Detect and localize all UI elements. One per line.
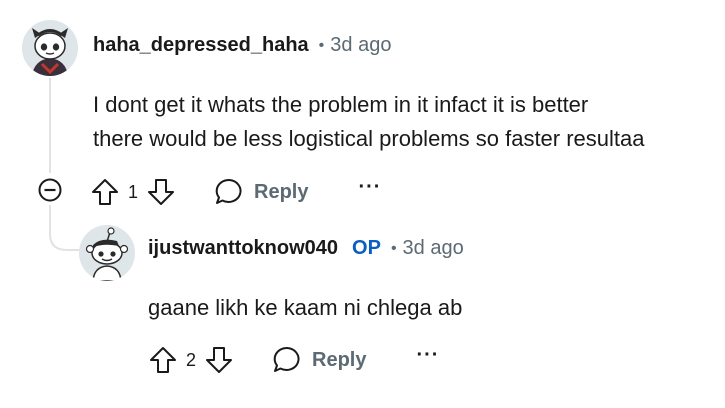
thread-line-curve — [49, 220, 81, 251]
comment-text-line: I dont get it whats the problem in it in… — [93, 92, 589, 117]
op-badge: OP — [352, 237, 381, 259]
upvote-button[interactable] — [148, 345, 178, 375]
downvote-arrow-icon — [148, 179, 175, 205]
downvote-button[interactable] — [146, 177, 176, 207]
vote-count: 1 — [128, 181, 139, 202]
meta-separator: • — [390, 239, 397, 257]
reply-button[interactable]: Reply — [272, 345, 366, 375]
upvote-button[interactable] — [90, 177, 120, 207]
comment-actions: 1 Reply ··· — [90, 176, 381, 208]
comment-text-line: gaane likh ke kaam ni chlega ab — [148, 295, 463, 320]
collapse-thread-button[interactable] — [37, 177, 63, 203]
user-avatar-icon — [79, 225, 135, 281]
comment-body: gaane likh ke kaam ni chlega ab — [148, 291, 462, 325]
avatar[interactable] — [22, 20, 78, 76]
timestamp[interactable]: 3d ago — [330, 34, 391, 57]
comment-meta: haha_depressed_haha • 3d ago — [93, 34, 391, 57]
reply-label: Reply — [254, 180, 309, 203]
user-avatar-icon — [22, 20, 78, 76]
username[interactable]: haha_depressed_haha — [93, 34, 309, 57]
downvote-arrow-icon — [206, 347, 233, 373]
upvote-arrow-icon — [92, 179, 118, 205]
comment-body: I dont get it whats the problem in it in… — [93, 88, 645, 156]
speech-bubble-icon — [215, 178, 242, 204]
avatar[interactable] — [79, 225, 135, 281]
thread-line-parent — [49, 78, 51, 173]
collapse-thread-icon — [38, 178, 62, 202]
meta-separator: • — [318, 36, 325, 54]
username[interactable]: ijustwanttoknow040 — [148, 237, 338, 260]
reply-button[interactable]: Reply — [214, 177, 308, 207]
upvote-arrow-icon — [150, 347, 176, 373]
comment-actions: 2 Reply ··· — [148, 344, 439, 376]
timestamp[interactable]: 3d ago — [403, 237, 464, 260]
more-options-button[interactable]: ··· — [358, 177, 381, 207]
downvote-button[interactable] — [204, 345, 234, 375]
vote-count: 2 — [186, 349, 197, 370]
comment-text-line: there would be less logistical problems … — [93, 126, 645, 151]
more-options-button[interactable]: ··· — [416, 345, 439, 375]
reply-label: Reply — [312, 348, 367, 371]
comment-meta: ijustwanttoknow040 OP • 3d ago — [148, 237, 464, 260]
speech-bubble-icon — [273, 346, 300, 372]
